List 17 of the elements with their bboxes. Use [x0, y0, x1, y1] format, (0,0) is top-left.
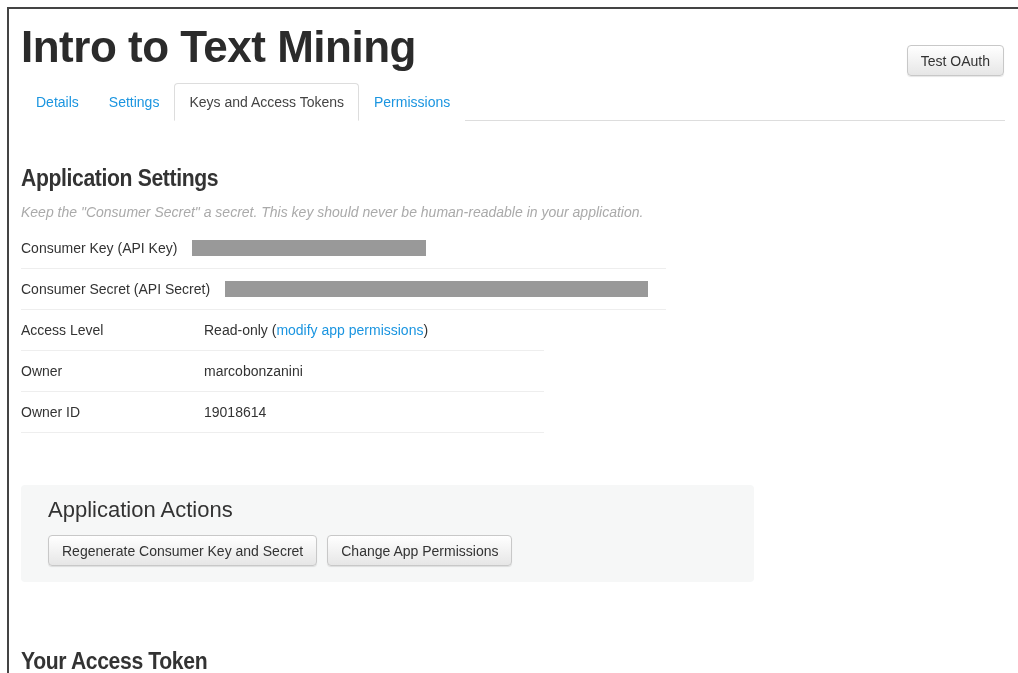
action-button[interactable]: Regenerate Consumer Key and Secret: [48, 535, 318, 566]
hint-text: Keep the "Consumer Secret" a secret. This key should never be human-readable in your application.: [21, 204, 645, 220]
field-value: marcobonzanini: [204, 363, 303, 379]
action-button[interactable]: Change App Permissions: [327, 535, 513, 566]
field-value: Read-only (modify app permissions): [204, 322, 429, 338]
panel-heading: Application Actions: [48, 497, 234, 523]
section-heading: Your Access Token: [21, 648, 209, 673]
field-label: Consumer Key (API Key): [21, 240, 178, 256]
section-heading: Application Settings: [21, 165, 220, 192]
tab[interactable]: Keys and Access Tokens: [174, 83, 359, 121]
field-label: Consumer Secret (API Secret): [21, 281, 211, 297]
page-title: Intro to Text Mining: [21, 21, 416, 73]
field-value: 19018614: [204, 404, 267, 420]
field-label: Access Level: [21, 322, 105, 338]
field-label: Owner ID: [21, 404, 82, 420]
field-label: Owner: [21, 363, 64, 379]
test-oauth-button[interactable]: Test OAuth: [906, 45, 1004, 76]
